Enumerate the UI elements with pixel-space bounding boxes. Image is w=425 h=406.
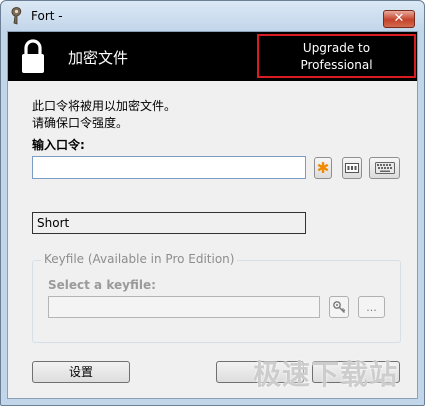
description-line-2: 请确保口令强度。 <box>32 116 129 130</box>
key-gear-icon <box>333 301 346 313</box>
dialog-body: 加密文件 Upgrade to Professional 此口令将被用以加密文件… <box>7 31 418 399</box>
password-strength-indicator: Short <box>32 212 306 234</box>
text-field-icon <box>345 163 359 173</box>
app-window: Fort - ✕ 加密文件 Upgrade to Professional 此口… <box>0 0 425 406</box>
settings-button[interactable]: 设置 <box>32 361 130 383</box>
show-password-button[interactable] <box>342 157 362 179</box>
virtual-keyboard-button[interactable] <box>369 157 400 179</box>
keyfile-group-legend: Keyfile (Available in Pro Edition) <box>41 252 238 266</box>
keyfile-input[interactable] <box>48 296 320 318</box>
header-banner: 加密文件 Upgrade to Professional <box>8 32 417 81</box>
upgrade-line-1: Upgrade to <box>302 41 371 55</box>
description-line-1: 此口令将被用以加密文件。 <box>32 99 177 113</box>
upgrade-line-2: Professional <box>300 58 373 72</box>
watermark-text: 极速下载站 <box>253 358 399 391</box>
keyfile-group: Keyfile (Available in Pro Edition) Selec… <box>32 252 401 343</box>
close-button[interactable]: ✕ <box>383 10 415 28</box>
lock-icon <box>22 39 44 73</box>
upgrade-button[interactable]: Upgrade to Professional <box>257 34 416 78</box>
generate-password-button[interactable]: ✱ <box>314 157 332 179</box>
password-label: 输入口令: <box>32 138 85 152</box>
keyfile-label: Select a keyfile: <box>48 278 156 292</box>
asterisk-icon: ✱ <box>316 158 330 177</box>
keyfile-browse-button[interactable]: ... <box>358 296 385 318</box>
description-text: 此口令将被用以加密文件。 请确保口令强度。 <box>32 98 176 132</box>
banner-title: 加密文件 <box>68 49 129 67</box>
window-title: Fort - <box>31 9 63 23</box>
password-input[interactable] <box>32 156 306 179</box>
keyfile-generate-button[interactable] <box>329 296 349 318</box>
keyboard-icon <box>374 162 395 174</box>
fort-app-icon <box>11 7 22 25</box>
title-bar[interactable]: Fort - ✕ <box>1 1 424 31</box>
